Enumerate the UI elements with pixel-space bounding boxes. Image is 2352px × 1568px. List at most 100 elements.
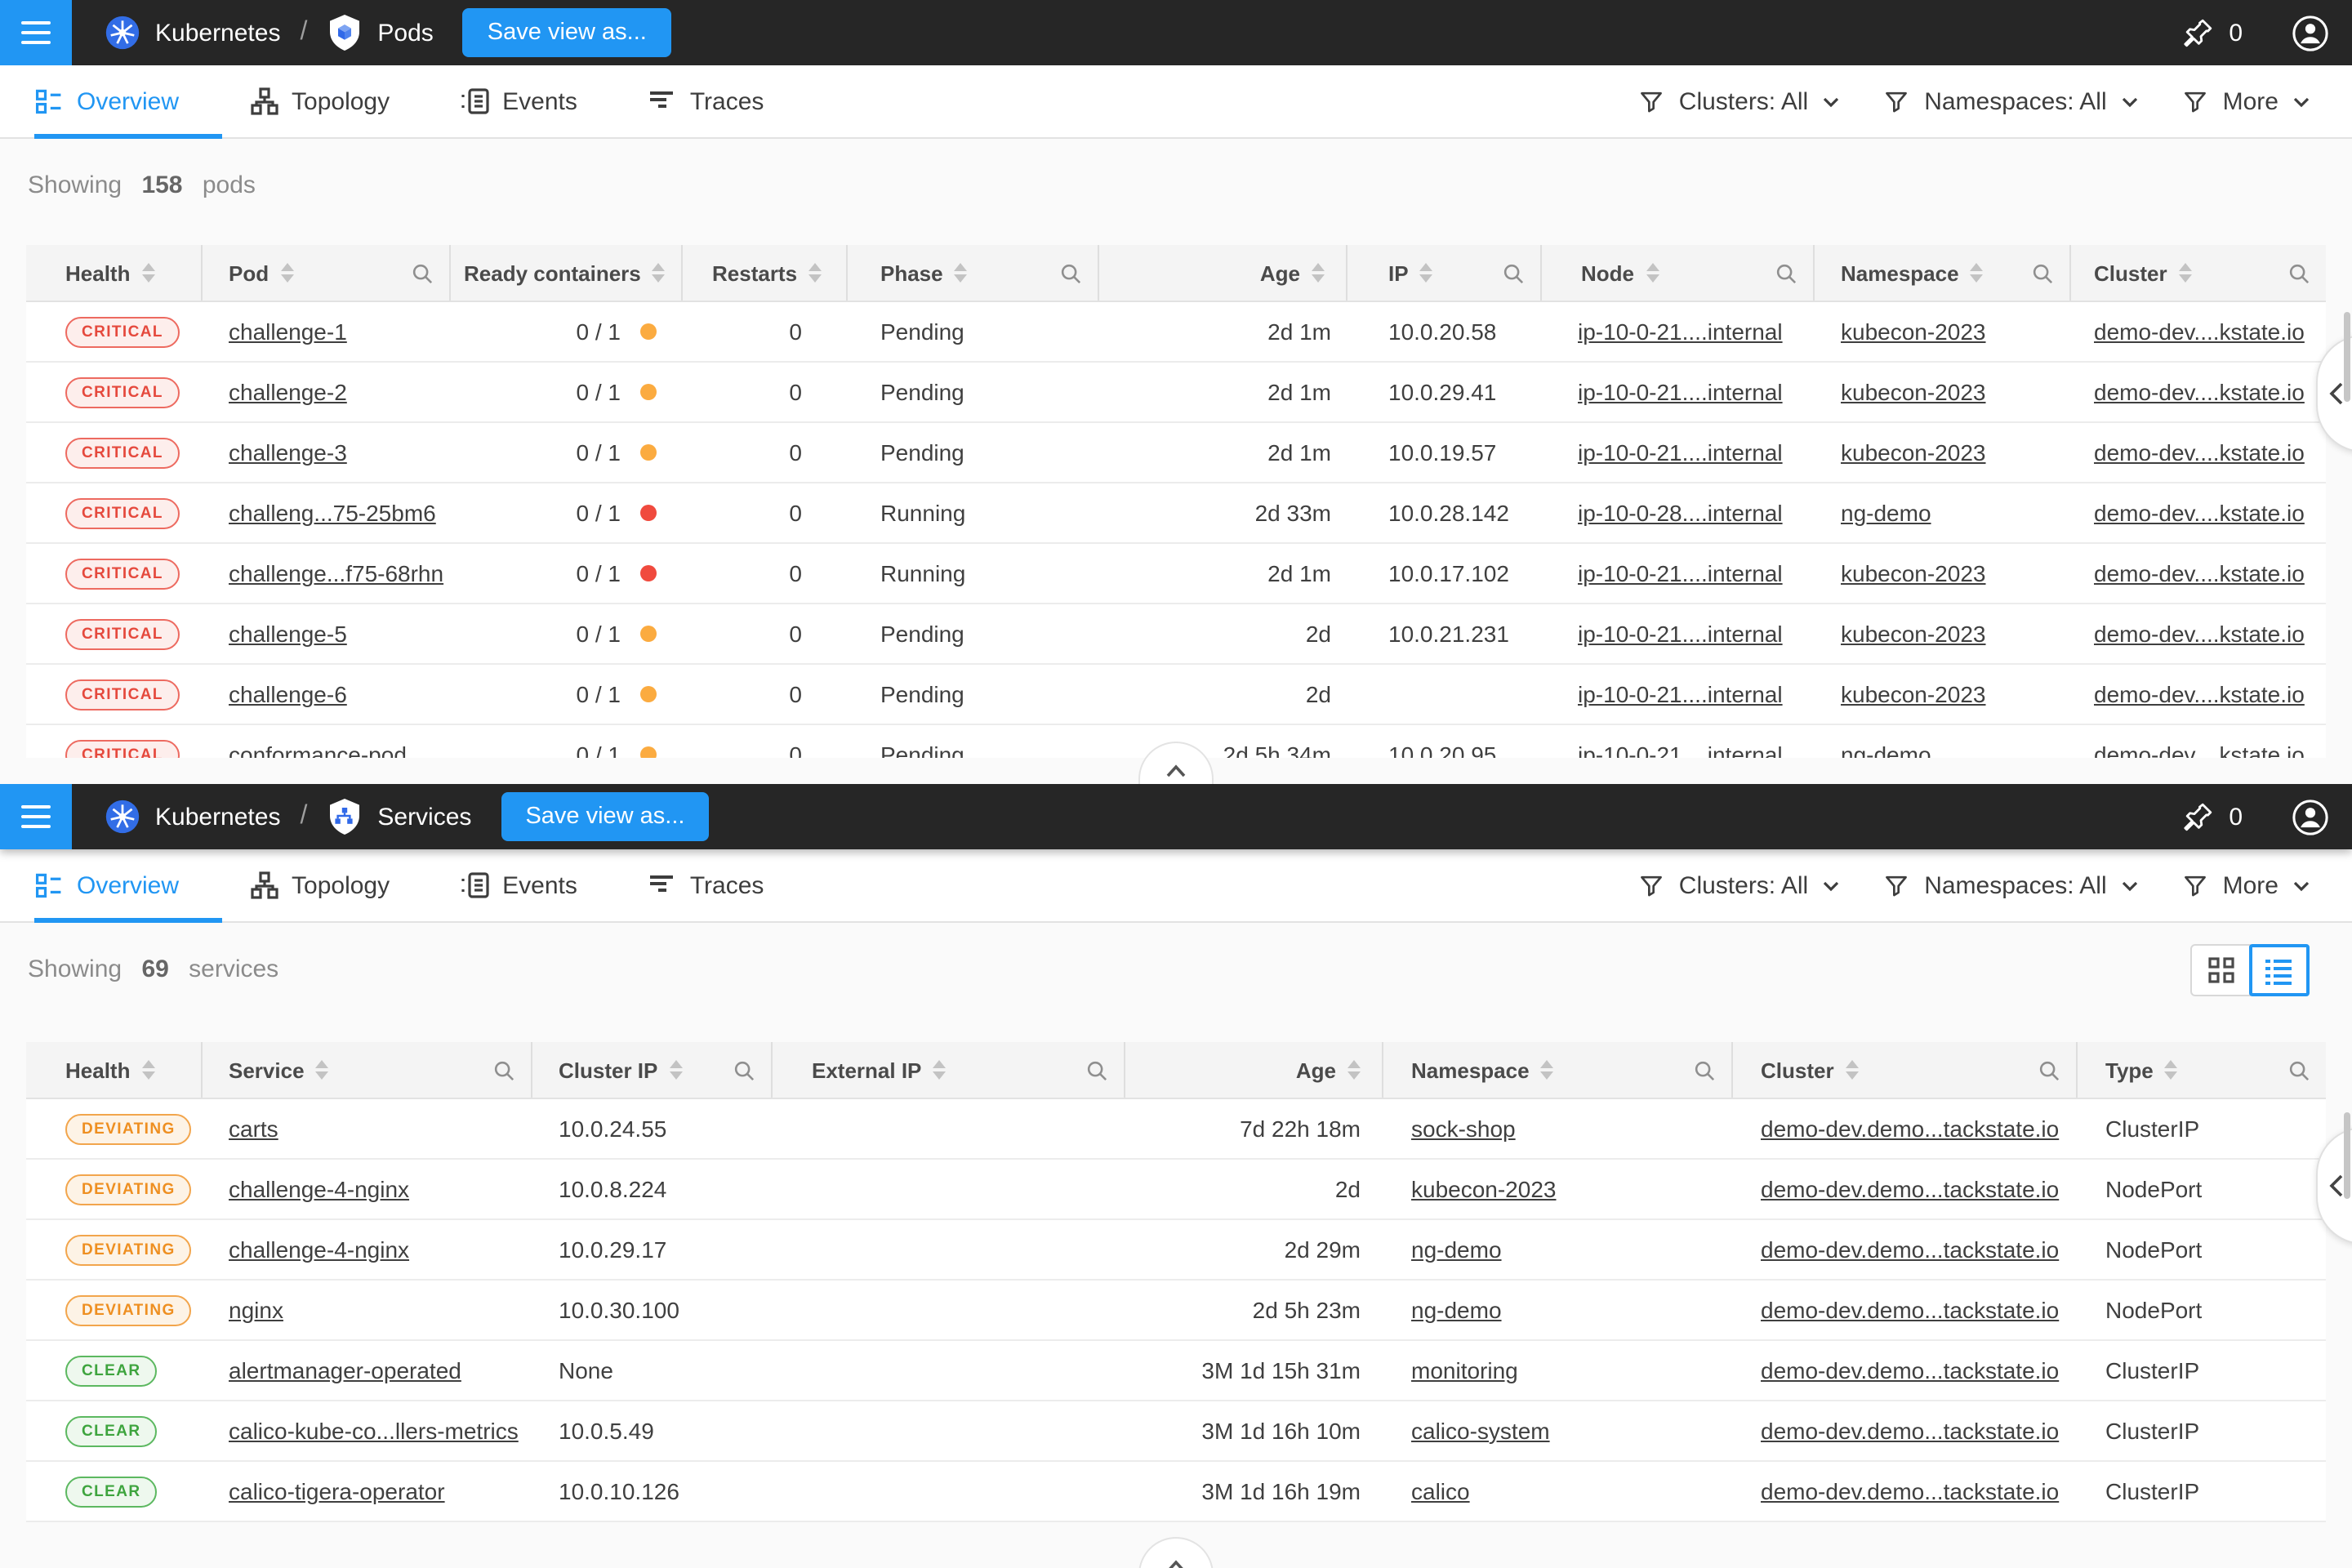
tab-topology[interactable]: Topology [249,849,432,921]
service-link[interactable]: nginx [229,1297,283,1323]
column-header-restarts[interactable]: Restarts [683,245,848,301]
search-icon[interactable] [1775,262,1797,283]
tab-overview[interactable]: Overview [34,65,221,137]
list-view-button[interactable] [2249,944,2310,996]
node-link[interactable]: ip-10-0-21....internal [1578,318,1783,345]
pod-link[interactable]: challenge-3 [229,439,347,466]
namespace-link[interactable]: kubecon-2023 [1841,681,1986,707]
search-icon[interactable] [2038,1059,2060,1080]
search-icon[interactable] [1694,1059,1715,1080]
cluster-link[interactable]: demo-dev....kstate.io [2094,318,2305,345]
filter-clusters[interactable]: Clusters: All [1638,871,1839,899]
pod-table-row[interactable]: CRITICAL challenge...f75-68rhn 0 / 1 0 R… [26,544,2326,604]
search-icon[interactable] [1503,262,1524,283]
namespace-link[interactable]: kubecon-2023 [1841,560,1986,586]
cluster-link[interactable]: demo-dev....kstate.io [2094,681,2305,707]
cluster-link[interactable]: demo-dev.demo...tackstate.io [1761,1236,2059,1263]
collapse-panel-handle[interactable] [1138,1537,1214,1568]
column-header-age[interactable]: Age [1099,245,1348,301]
avatar[interactable] [2292,14,2329,51]
search-icon[interactable] [2288,262,2310,283]
pod-table-row[interactable]: CRITICAL challenge-6 0 / 1 0 Pending 2d … [26,665,2326,725]
menu-icon[interactable] [0,784,72,849]
node-link[interactable]: ip-10-0-21....internal [1578,560,1783,586]
column-header-cluster-ip[interactable]: Cluster IP [532,1042,773,1098]
search-icon[interactable] [1060,262,1081,283]
pinned-views[interactable]: 0 [2181,16,2243,49]
grid-view-button[interactable] [2190,944,2251,996]
service-link[interactable]: carts [229,1116,278,1142]
sort-icon[interactable] [653,263,666,283]
cluster-link[interactable]: demo-dev.demo...tackstate.io [1761,1418,2059,1444]
node-link[interactable]: ip-10-0-21....internal [1578,742,1783,758]
tab-traces[interactable]: Traces [648,65,807,137]
filter-namespaces[interactable]: Namespaces: All [1883,87,2137,115]
service-link[interactable]: calico-kube-co...llers-metrics [229,1418,519,1444]
pod-table-row[interactable]: CRITICAL challenge-1 0 / 1 0 Pending 2d … [26,302,2326,363]
pod-link[interactable]: conformance-pod [229,742,407,758]
service-table-row[interactable]: DEVIATING challenge-4-nginx 10.0.8.224 2… [26,1160,2326,1220]
filter-namespaces[interactable]: Namespaces: All [1883,871,2137,899]
node-link[interactable]: ip-10-0-21....internal [1578,439,1783,466]
vertical-scrollbar[interactable] [2344,312,2350,402]
sort-icon[interactable] [1348,1060,1361,1080]
column-header-ready[interactable]: Ready containers [451,245,683,301]
column-header-service[interactable]: Service [203,1042,532,1098]
namespace-link[interactable]: kubecon-2023 [1841,621,1986,647]
vertical-scrollbar[interactable] [2344,1112,2350,1199]
service-table-row[interactable]: DEVIATING challenge-4-nginx 10.0.29.17 2… [26,1220,2326,1281]
column-header-type[interactable]: Type [2078,1042,2326,1098]
cluster-link[interactable]: demo-dev....kstate.io [2094,621,2305,647]
service-table-row[interactable]: CLEAR calico-kube-co...llers-metrics 10.… [26,1401,2326,1462]
sort-icon[interactable] [1420,263,1433,283]
service-table-row[interactable]: DEVIATING nginx 10.0.30.100 2d 5h 23m ng… [26,1281,2326,1341]
sort-icon[interactable] [141,263,154,283]
pod-link[interactable]: challenge...f75-68rhn [229,560,443,586]
namespace-link[interactable]: kubecon-2023 [1841,379,1986,405]
filter-clusters[interactable]: Clusters: All [1638,87,1839,115]
service-link[interactable]: calico-tigera-operator [229,1478,445,1504]
sort-icon[interactable] [1541,1060,1554,1080]
search-icon[interactable] [412,262,433,283]
column-header-health[interactable]: Health [26,1042,203,1098]
cluster-link[interactable]: demo-dev....kstate.io [2094,500,2305,526]
sort-icon[interactable] [1971,263,1984,283]
column-header-external-ip[interactable]: External IP [773,1042,1125,1098]
column-header-pod[interactable]: Pod [203,245,451,301]
node-link[interactable]: ip-10-0-28....internal [1578,500,1783,526]
namespace-link[interactable]: sock-shop [1411,1116,1516,1142]
namespace-link[interactable]: ng-demo [1411,1236,1502,1263]
search-icon[interactable] [1086,1059,1107,1080]
sort-icon[interactable] [1312,263,1325,283]
filter-more[interactable]: More [2182,871,2310,899]
save-view-button[interactable]: Save view as... [501,792,709,841]
sort-icon[interactable] [955,263,968,283]
service-table-row[interactable]: DEVIATING carts 10.0.24.55 7d 22h 18m so… [26,1099,2326,1160]
service-table-row[interactable]: CLEAR calico-tigera-operator 10.0.10.126… [26,1462,2326,1522]
pod-link[interactable]: challenge-2 [229,379,347,405]
service-link[interactable]: alertmanager-operated [229,1357,461,1383]
sort-icon[interactable] [933,1060,946,1080]
tab-events[interactable]: Events [460,849,620,921]
tab-traces[interactable]: Traces [648,849,807,921]
namespace-link[interactable]: monitoring [1411,1357,1518,1383]
sort-icon[interactable] [2179,263,2192,283]
cluster-link[interactable]: demo-dev.demo...tackstate.io [1761,1297,2059,1323]
pod-link[interactable]: challenge-5 [229,621,347,647]
namespace-link[interactable]: ng-demo [1411,1297,1502,1323]
cluster-link[interactable]: demo-dev....kstate.io [2094,439,2305,466]
column-header-phase[interactable]: Phase [848,245,1099,301]
pod-link[interactable]: challenge-1 [229,318,347,345]
column-header-namespace[interactable]: Namespace [1383,1042,1733,1098]
node-link[interactable]: ip-10-0-21....internal [1578,379,1783,405]
breadcrumb-app[interactable]: Kubernetes [155,19,280,47]
pod-table-row[interactable]: CRITICAL challenge-5 0 / 1 0 Pending 2d … [26,604,2326,665]
cluster-link[interactable]: demo-dev.demo...tackstate.io [1761,1116,2059,1142]
sort-icon[interactable] [1646,263,1659,283]
pod-link[interactable]: challenge-6 [229,681,347,707]
sort-icon[interactable] [280,263,293,283]
namespace-link[interactable]: calico [1411,1478,1470,1504]
cluster-link[interactable]: demo-dev.demo...tackstate.io [1761,1478,2059,1504]
service-table-row[interactable]: CLEAR alertmanager-operated None 3M 1d 1… [26,1341,2326,1401]
namespace-link[interactable]: kubecon-2023 [1841,318,1986,345]
